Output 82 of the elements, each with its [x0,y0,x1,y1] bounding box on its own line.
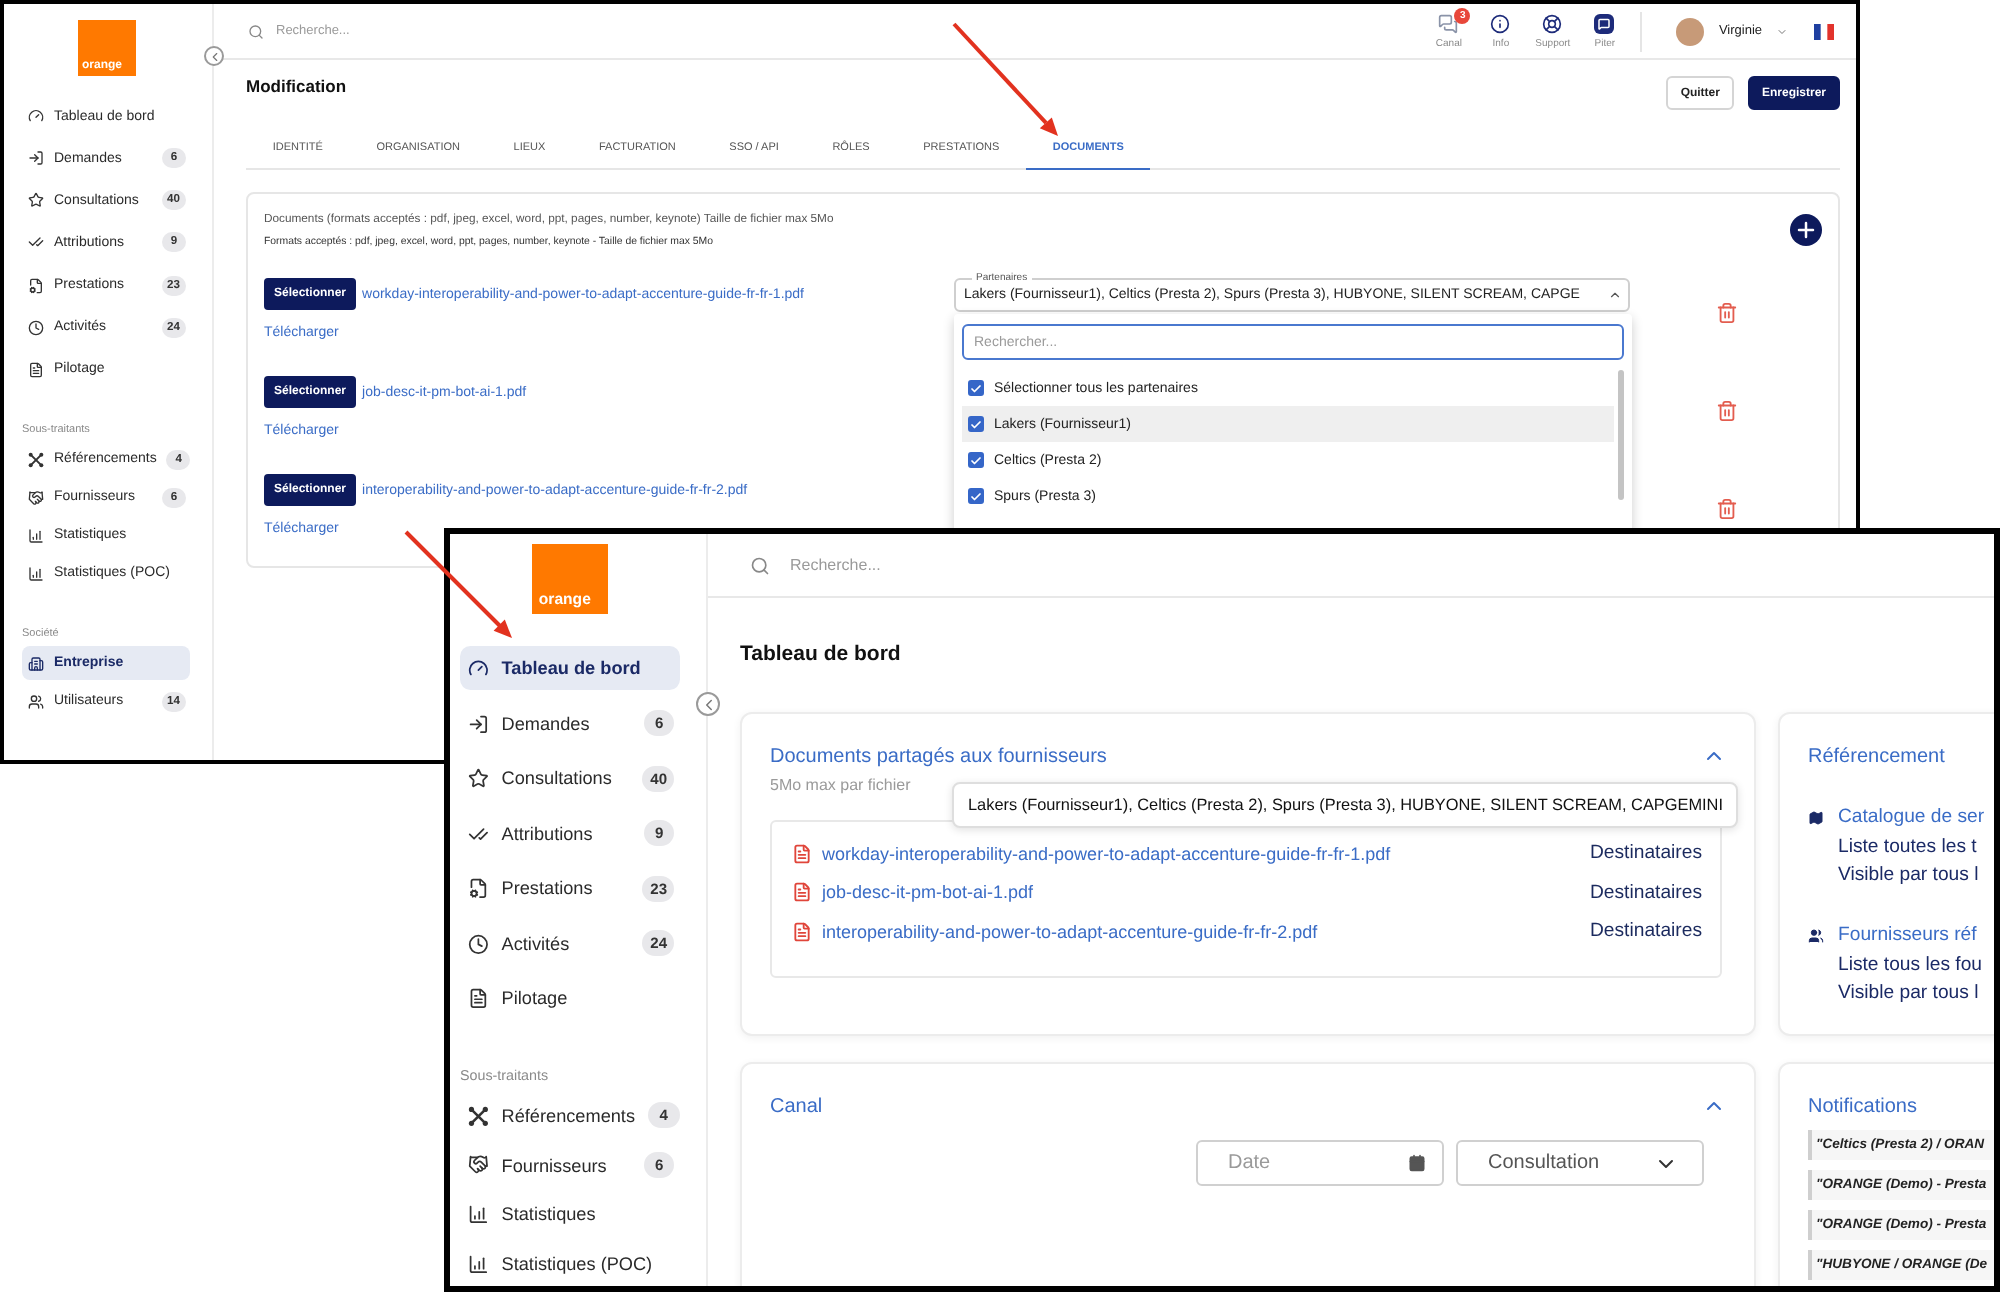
file-link[interactable]: interoperability-and-power-to-adapt-accenture-guide-fr-fr-2.pdf [822,921,1318,942]
bar-chart-icon [28,527,44,544]
double-check-icon [467,823,489,845]
users-icon [28,693,44,710]
plus-icon [1794,218,1818,242]
clock-icon [467,933,489,955]
entry-link[interactable]: Fournisseurs réf [1838,922,1977,951]
card-title: Canal [770,1095,823,1117]
file-link[interactable]: job-desc-it-pm-bot-ai-1.pdf [822,882,1034,903]
gauge-icon [28,108,44,124]
message-icon [1594,13,1615,33]
network-icon [28,451,44,468]
lifebuoy-icon [1542,13,1563,33]
card-subtitle: 5Mo max par fichier [770,774,911,796]
search-icon [248,23,264,39]
recipients-link[interactable]: Destinataires [1590,881,1702,904]
calendar-icon [1408,1154,1426,1172]
file-gear-icon [467,878,489,900]
search-icon [750,555,770,575]
gauge-icon [467,658,489,680]
checkbox[interactable] [968,380,984,396]
chat-icon [1438,13,1459,33]
trash-icon[interactable] [1715,497,1737,519]
trash-icon[interactable] [1715,399,1737,421]
sidebar-item[interactable]: Pilotage [460,976,680,1021]
card-title: Documents partagés aux fournisseurs [770,745,1107,767]
tooltip: Lakers (Fournisseur1), Celtics (Presta 2), Spurs (Presta 3), HUBYONE, SILENT SCREAM, CAPGEMINI [952,782,1739,828]
network-icon [467,1105,489,1127]
recipients-link[interactable]: Destinataires [1590,920,1702,943]
trash-icon[interactable] [1715,301,1737,323]
entry-description: Visible par tous l [1838,862,1979,890]
bar-chart-icon [28,565,44,582]
star-icon [28,192,44,209]
avatar-icon [1676,17,1705,45]
chevron-down-icon [1776,25,1788,37]
bar-chart-icon [467,1204,489,1225]
bar-chart-icon [467,1253,489,1275]
collapse-button[interactable] [204,46,224,66]
handshake-icon [467,1154,489,1176]
document-icon [467,988,489,1010]
file-gear-icon [28,277,44,294]
page-title: Tableau de bord [740,642,901,666]
entry-description: Liste toutes les t [1838,833,1977,861]
sign-in-icon [467,713,489,735]
file-icon [792,921,812,942]
add-button[interactable] [1790,214,1822,246]
pointer-arrow [952,22,1058,136]
checkbox[interactable] [968,452,984,468]
sidebar-item[interactable]: Statistiques (POC) [460,1241,680,1286]
entry-link[interactable]: Catalogue de ser [1838,804,1985,833]
recipients-link[interactable]: Destinataires [1590,842,1702,865]
sidebar-item[interactable]: Statistiques [460,1192,680,1237]
date-field[interactable]: Date [1196,1140,1444,1186]
search-field[interactable]: Recherche... [790,552,1090,578]
card-title: Notifications [1808,1095,1917,1117]
file-link[interactable]: workday-interoperability-and-power-to-adapt-accenture-guide-fr-fr-1.pdf [822,843,1391,864]
file-icon [792,882,812,903]
sign-in-icon [28,150,44,167]
checkbox[interactable] [968,416,984,432]
french-flag-icon[interactable] [1814,23,1834,39]
scrollbar-thumb[interactable] [1618,370,1624,500]
caret-icon [1608,288,1622,302]
type-select[interactable]: Consultation [1456,1140,1704,1186]
entry-description: Liste tous les fou [1838,951,1982,979]
chevron-left-icon [207,49,221,63]
entry-description: Visible par tous l [1838,980,1979,1008]
map-icon [1808,810,1824,826]
users-icon [1808,928,1824,944]
checkbox[interactable] [968,488,984,504]
building-icon [28,655,44,672]
star-icon [467,768,489,790]
page-title: Modification [246,76,347,96]
info-icon [1490,13,1511,33]
file-icon [792,843,812,864]
pointer-arrow [404,530,512,638]
clock-icon [28,319,44,336]
document-icon [28,361,44,378]
card-title: Référencement [1808,745,1945,767]
collapse-button[interactable] [696,692,720,716]
sidebar-item[interactable]: Tableau de bord [460,646,680,691]
double-check-icon [28,234,44,251]
handshake-icon [28,489,44,506]
